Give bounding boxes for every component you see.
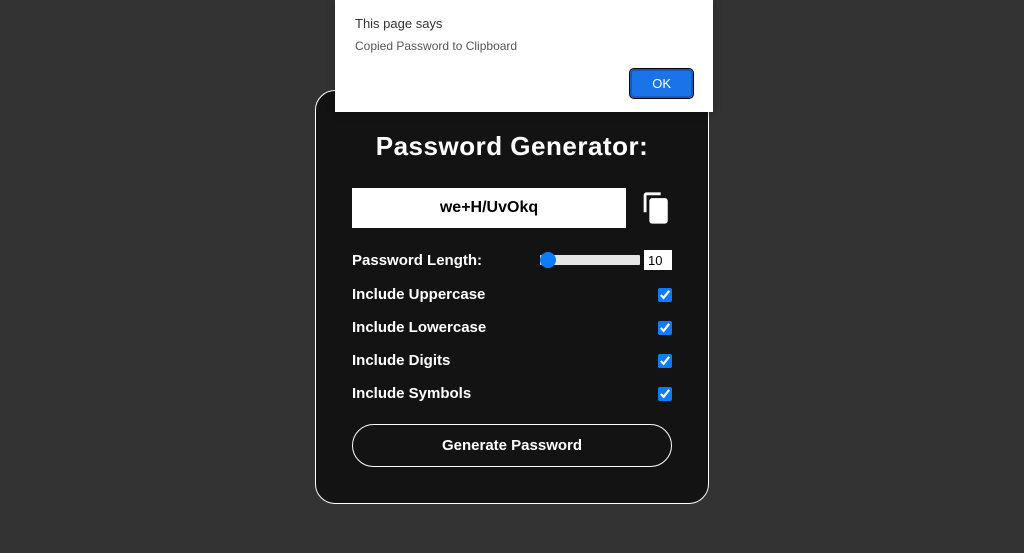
option-uppercase-checkbox[interactable] [658,288,672,302]
option-lowercase-row: Include Lowercase [352,319,672,336]
alert-button-row: OK [355,69,693,98]
generate-button[interactable]: Generate Password [352,424,672,467]
alert-title: This page says [355,16,693,31]
option-digits-label: Include Digits [352,352,450,369]
option-digits-row: Include Digits [352,352,672,369]
card-title: Password Generator: [352,131,672,162]
option-lowercase-label: Include Lowercase [352,319,486,336]
option-uppercase-row: Include Uppercase [352,286,672,303]
length-value-input[interactable] [644,250,672,270]
option-uppercase-label: Include Uppercase [352,286,485,303]
option-digits-checkbox[interactable] [658,354,672,368]
alert-ok-button[interactable]: OK [630,69,693,98]
password-generator-card: Password Generator: Password Length: Inc… [315,90,709,504]
length-label: Password Length: [352,252,482,269]
password-row [352,188,672,228]
copy-icon[interactable] [638,191,672,225]
option-lowercase-checkbox[interactable] [658,321,672,335]
alert-message: Copied Password to Clipboard [355,39,693,53]
length-row: Password Length: [352,250,672,270]
length-slider[interactable] [540,255,640,265]
length-slider-group [540,250,672,270]
option-symbols-row: Include Symbols [352,385,672,402]
alert-dialog: This page says Copied Password to Clipbo… [335,0,713,112]
password-output[interactable] [352,188,626,228]
length-slider-thumb[interactable] [540,252,556,268]
option-symbols-checkbox[interactable] [658,387,672,401]
option-symbols-label: Include Symbols [352,385,471,402]
